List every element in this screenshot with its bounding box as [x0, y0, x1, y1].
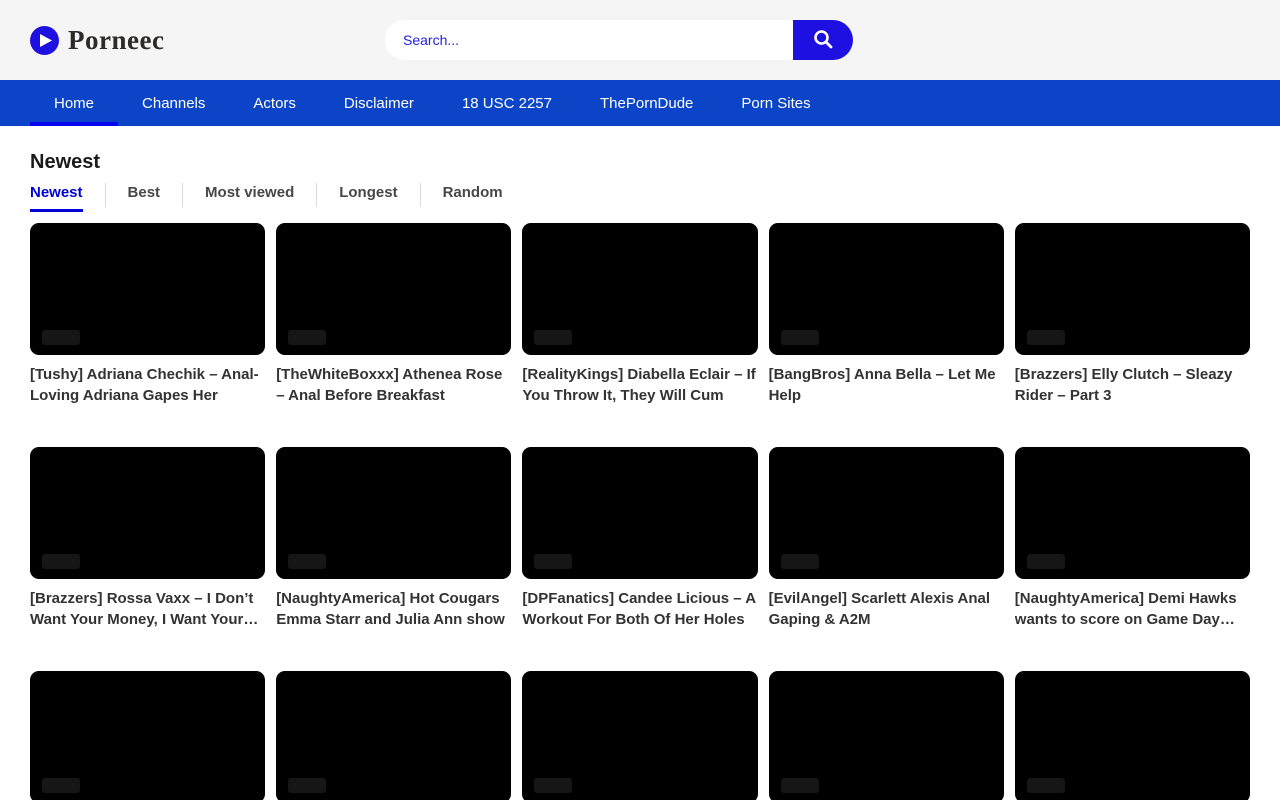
video-card[interactable]: [Brazzers] Elly Clutch – Sleazy Rider – … — [1015, 223, 1250, 406]
duration-badge — [781, 330, 819, 345]
tab-separator — [420, 183, 421, 207]
video-thumbnail[interactable] — [522, 671, 757, 800]
duration-badge — [534, 778, 572, 793]
video-card[interactable]: [NaughtyAmerica] Demi Hawks wants to sco… — [1015, 447, 1250, 630]
duration-badge — [288, 554, 326, 569]
nav-item-disclaimer[interactable]: Disclaimer — [320, 80, 438, 126]
video-title[interactable]: [BangBros] Anna Bella – Let Me Help — [769, 364, 1004, 406]
video-card[interactable] — [1015, 671, 1250, 800]
video-thumbnail[interactable] — [276, 223, 511, 355]
site-logo[interactable]: Porneec — [30, 25, 164, 56]
video-thumbnail[interactable] — [276, 447, 511, 579]
nav-item-18-usc-2257[interactable]: 18 USC 2257 — [438, 80, 576, 126]
video-card[interactable]: [EvilAngel] Scarlett Alexis Anal Gaping … — [769, 447, 1004, 630]
video-card[interactable] — [276, 671, 511, 800]
video-thumbnail[interactable] — [769, 447, 1004, 579]
sort-tabs: Newest Best Most viewed Longest Random — [30, 183, 1250, 213]
tab-separator — [316, 183, 317, 207]
video-thumbnail[interactable] — [1015, 447, 1250, 579]
video-thumbnail[interactable] — [769, 671, 1004, 800]
video-card[interactable]: [Tushy] Adriana Chechik – Anal-Loving Ad… — [30, 223, 265, 406]
duration-badge — [42, 778, 80, 793]
video-title[interactable]: [Tushy] Adriana Chechik – Anal-Loving Ad… — [30, 364, 265, 406]
video-card[interactable]: [NaughtyAmerica] Hot Cougars Emma Starr … — [276, 447, 511, 630]
duration-badge — [1027, 778, 1065, 793]
tab-separator — [182, 183, 183, 207]
video-thumbnail[interactable] — [30, 447, 265, 579]
nav-item-home[interactable]: Home — [30, 80, 118, 126]
video-thumbnail[interactable] — [276, 671, 511, 800]
video-title[interactable]: [RealityKings] Diabella Eclair – If You … — [522, 364, 757, 406]
duration-badge — [1027, 554, 1065, 569]
duration-badge — [781, 778, 819, 793]
main-nav: HomeChannelsActorsDisclaimer18 USC 2257T… — [0, 80, 1280, 126]
site-title: Porneec — [68, 25, 164, 56]
duration-badge — [288, 330, 326, 345]
nav-item-porn-sites[interactable]: Porn Sites — [717, 80, 834, 126]
tab-random[interactable]: Random — [443, 184, 503, 212]
video-card[interactable] — [30, 671, 265, 800]
duration-badge — [534, 330, 572, 345]
nav-item-theporndude[interactable]: ThePornDude — [576, 80, 717, 126]
page-title: Newest — [30, 151, 1250, 174]
tab-most-viewed[interactable]: Most viewed — [205, 184, 294, 212]
video-title[interactable]: [EvilAngel] Scarlett Alexis Anal Gaping … — [769, 588, 1004, 630]
duration-badge — [1027, 330, 1065, 345]
video-title[interactable]: [Brazzers] Rossa Vaxx – I Don’t Want You… — [30, 588, 265, 630]
search-button[interactable] — [793, 20, 853, 60]
video-card[interactable] — [522, 671, 757, 800]
play-icon — [30, 26, 59, 55]
video-title[interactable]: [Brazzers] Elly Clutch – Sleazy Rider – … — [1015, 364, 1250, 406]
duration-badge — [781, 554, 819, 569]
video-card[interactable]: [DPFanatics] Candee Licious – A Workout … — [522, 447, 757, 630]
video-thumbnail[interactable] — [1015, 223, 1250, 355]
video-thumbnail[interactable] — [30, 671, 265, 800]
video-title[interactable]: [NaughtyAmerica] Demi Hawks wants to sco… — [1015, 588, 1250, 630]
video-grid: [Tushy] Adriana Chechik – Anal-Loving Ad… — [30, 223, 1250, 800]
nav-item-channels[interactable]: Channels — [118, 80, 229, 126]
video-thumbnail[interactable] — [769, 223, 1004, 355]
tab-longest[interactable]: Longest — [339, 184, 397, 212]
duration-badge — [288, 778, 326, 793]
tab-newest[interactable]: Newest — [30, 184, 83, 212]
video-title[interactable]: [DPFanatics] Candee Licious – A Workout … — [522, 588, 757, 630]
video-card[interactable] — [769, 671, 1004, 800]
search-input[interactable] — [385, 20, 793, 60]
video-card[interactable]: [Brazzers] Rossa Vaxx – I Don’t Want You… — [30, 447, 265, 630]
video-card[interactable]: [TheWhiteBoxxx] Athenea Rose – Anal Befo… — [276, 223, 511, 406]
duration-badge — [42, 554, 80, 569]
search-bar — [385, 20, 853, 60]
video-title[interactable]: [NaughtyAmerica] Hot Cougars Emma Starr … — [276, 588, 511, 630]
video-title[interactable]: [TheWhiteBoxxx] Athenea Rose – Anal Befo… — [276, 364, 511, 406]
tab-separator — [105, 183, 106, 207]
video-thumbnail[interactable] — [522, 223, 757, 355]
video-thumbnail[interactable] — [30, 223, 265, 355]
tab-best[interactable]: Best — [128, 184, 161, 212]
video-card[interactable]: [BangBros] Anna Bella – Let Me Help — [769, 223, 1004, 406]
duration-badge — [42, 330, 80, 345]
magnifier-icon — [812, 28, 834, 53]
video-card[interactable]: [RealityKings] Diabella Eclair – If You … — [522, 223, 757, 406]
nav-item-actors[interactable]: Actors — [229, 80, 320, 126]
video-thumbnail[interactable] — [1015, 671, 1250, 800]
site-header: Porneec — [0, 0, 1280, 80]
duration-badge — [534, 554, 572, 569]
video-thumbnail[interactable] — [522, 447, 757, 579]
main-content: Newest Newest Best Most viewed Longest Rando… — [30, 151, 1250, 800]
